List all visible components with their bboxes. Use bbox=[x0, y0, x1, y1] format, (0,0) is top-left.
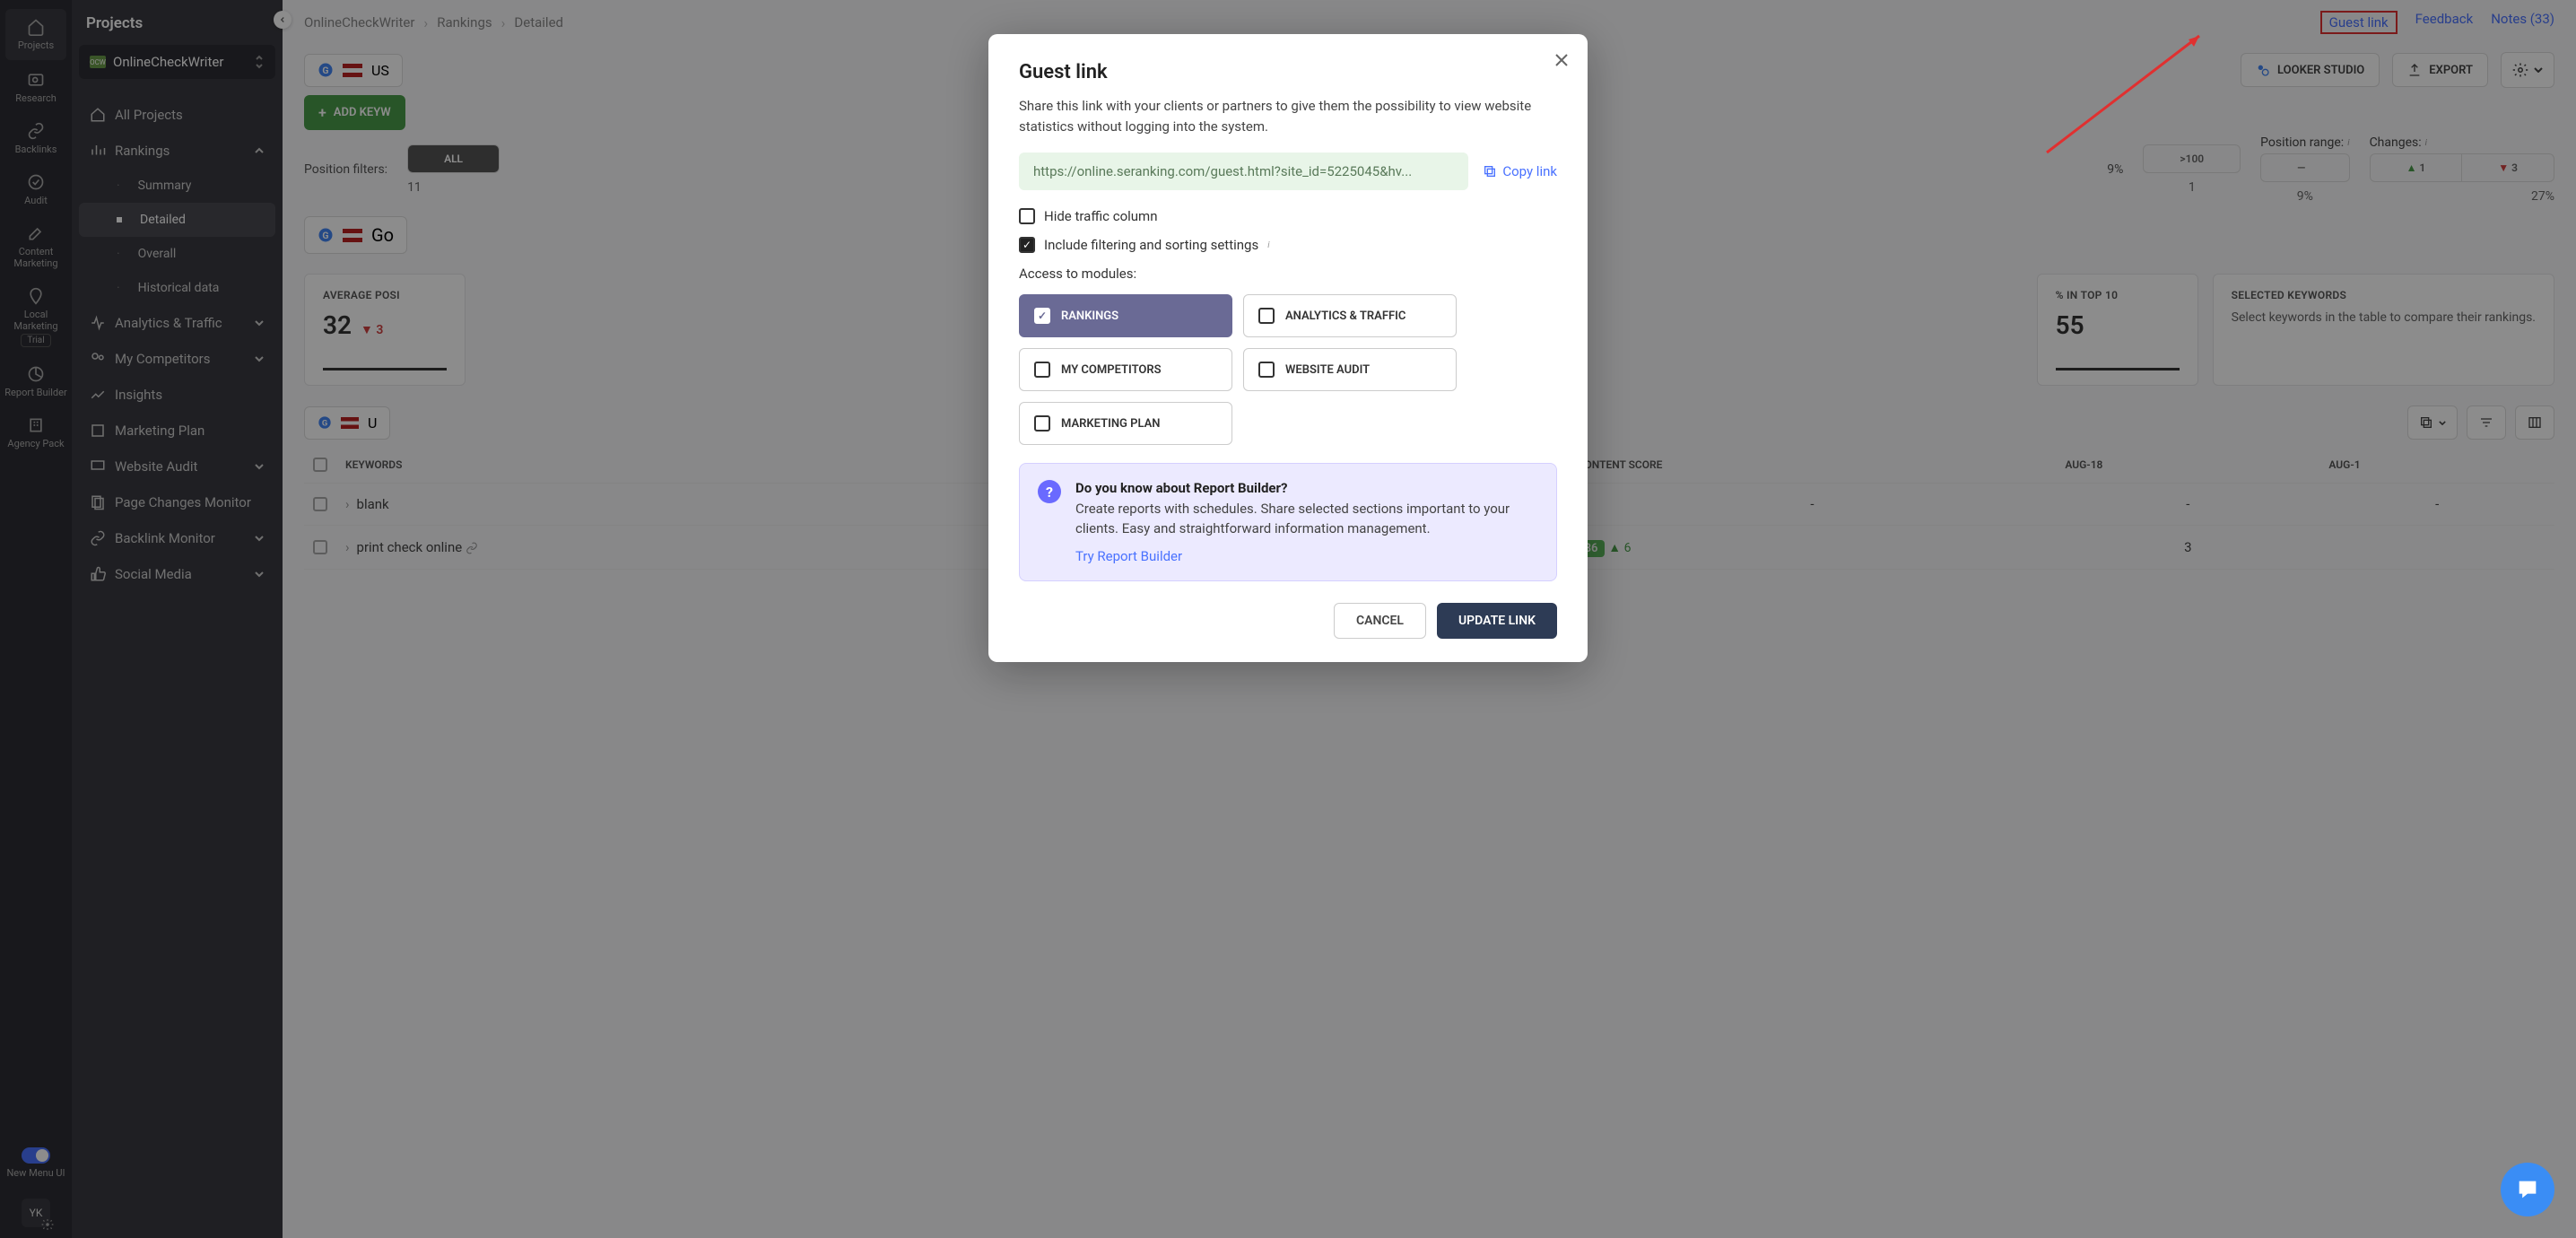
report-builder-info: ? Do you know about Report Builder? Crea… bbox=[1019, 463, 1557, 581]
modal-title: Guest link bbox=[1019, 61, 1557, 83]
module-analytics[interactable]: ANALYTICS & TRAFFIC bbox=[1243, 294, 1457, 337]
try-report-builder-link[interactable]: Try Report Builder bbox=[1075, 546, 1182, 567]
chat-button[interactable] bbox=[2501, 1163, 2554, 1216]
module-marketing[interactable]: MARKETING PLAN bbox=[1019, 402, 1232, 445]
cancel-button[interactable]: CANCEL bbox=[1334, 603, 1426, 639]
update-link-button[interactable]: UPDATE LINK bbox=[1437, 603, 1557, 639]
chat-icon bbox=[2514, 1177, 2541, 1202]
guest-link-modal: Guest link Share this link with your cli… bbox=[988, 34, 1588, 662]
guest-url-box[interactable]: https://online.seranking.com/guest.html?… bbox=[1019, 153, 1468, 190]
close-button[interactable] bbox=[1555, 52, 1568, 71]
modal-description: Share this link with your clients or par… bbox=[1019, 96, 1557, 136]
access-modules-label: Access to modules: bbox=[1019, 266, 1557, 282]
question-icon: ? bbox=[1038, 480, 1061, 503]
copy-icon bbox=[1483, 164, 1497, 179]
module-rankings[interactable]: RANKINGS bbox=[1019, 294, 1232, 337]
module-audit[interactable]: WEBSITE AUDIT bbox=[1243, 348, 1457, 391]
hide-traffic-checkbox[interactable]: Hide traffic column bbox=[1019, 208, 1557, 224]
include-filtering-checkbox[interactable]: Include filtering and sorting settings i bbox=[1019, 237, 1557, 253]
copy-link-button[interactable]: Copy link bbox=[1483, 163, 1557, 179]
close-icon bbox=[1555, 54, 1568, 66]
module-competitors[interactable]: MY COMPETITORS bbox=[1019, 348, 1232, 391]
